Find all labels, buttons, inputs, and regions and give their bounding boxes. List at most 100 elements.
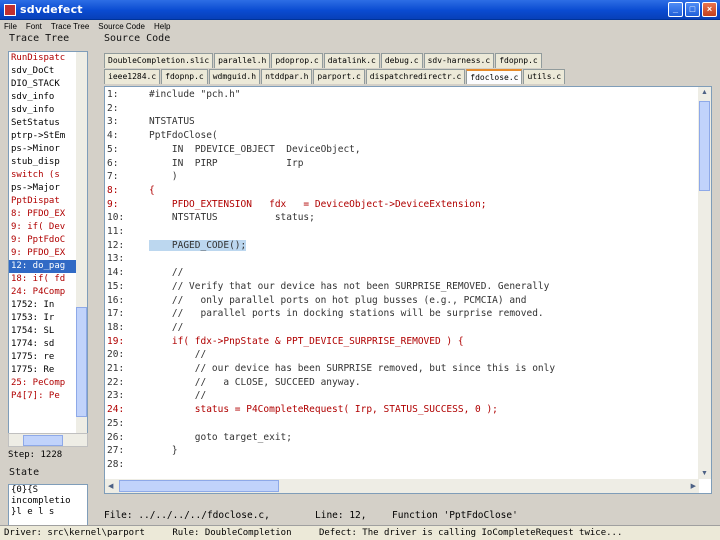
trace-tree-vscroll[interactable] (76, 52, 87, 433)
code-line[interactable]: 28: (105, 458, 699, 471)
tab-fdopnp-c[interactable]: fdopnp.c (495, 53, 542, 68)
window-controls: _ □ × (668, 2, 717, 17)
code-vscroll-thumb[interactable] (699, 101, 710, 191)
scroll-right-icon[interactable]: ▶ (691, 482, 696, 490)
code-line[interactable]: 27: } (105, 444, 699, 457)
tab-utils-c[interactable]: utils.c (523, 69, 566, 84)
title-bar: sdvdefect _ □ × (0, 0, 720, 20)
code-vscroll[interactable]: ▲ ▼ (698, 87, 711, 479)
code-hscroll-thumb[interactable] (119, 480, 279, 492)
menu-source-code[interactable]: Source Code (98, 22, 145, 31)
tab-ieee1284-c[interactable]: ieee1284.c (104, 69, 161, 84)
menu-font[interactable]: Font (26, 22, 42, 31)
code-line[interactable]: 17: // parallel ports in docking station… (105, 307, 699, 320)
code-line[interactable]: 6: IN PIRP Irp (105, 157, 699, 170)
code-line[interactable]: 19: if( fdx->PnpState & PPT_DEVICE_SURPR… (105, 335, 699, 348)
minimize-button[interactable]: _ (668, 2, 683, 17)
code-line[interactable]: 8: { (105, 184, 699, 197)
tab-fdopnp-c[interactable]: fdopnp.c (161, 69, 208, 84)
code-text: goto target_exit; (149, 431, 292, 443)
line-number: 1: (107, 89, 119, 100)
code-hscroll[interactable]: ◀ ▶ (105, 479, 699, 493)
tab-wdmguid-h[interactable]: wdmguid.h (208, 69, 261, 84)
state-line: }l e l s (11, 507, 55, 517)
tab-parallel-h[interactable]: parallel.h (214, 53, 271, 68)
source-code-title: Source Code (104, 33, 171, 44)
code-line[interactable]: 2: (105, 102, 699, 115)
app-icon (4, 3, 16, 16)
scroll-down-icon[interactable]: ▼ (701, 470, 708, 477)
menu-bar: File Font Trace Tree Source Code Help (0, 20, 720, 32)
code-text: if( fdx->PnpState & PPT_DEVICE_SURPRISE_… (149, 335, 464, 347)
code-line[interactable]: 14: // (105, 266, 699, 279)
code-line[interactable]: 23: // (105, 389, 699, 402)
code-text: // a CLOSE, SUCCEED anyway. (149, 376, 361, 388)
tab-datalink-c[interactable]: datalink.c (323, 53, 380, 68)
code-line[interactable]: 16: // only parallel ports on hot plug b… (105, 294, 699, 307)
code-line[interactable]: 15: // Verify that our device has not be… (105, 280, 699, 293)
tab-ntddpar-h[interactable]: ntddpar.h (261, 69, 313, 84)
tab-debug-c[interactable]: debug.c (380, 53, 423, 68)
line-label: Line: 12, (315, 510, 367, 521)
code-line[interactable]: 21: // our device has been SURPRISE remo… (105, 362, 699, 375)
line-number: 14: (107, 267, 125, 279)
trace-tree-hscroll-thumb[interactable] (23, 435, 63, 446)
code-text: } (149, 445, 178, 457)
code-text: // (149, 321, 184, 333)
code-line[interactable]: 24: status = P4CompleteRequest( Irp, STA… (105, 403, 699, 416)
code-line[interactable]: 13: (105, 252, 699, 265)
code-line[interactable]: 22: // a CLOSE, SUCCEED anyway. (105, 376, 699, 389)
window-title: sdvdefect (20, 3, 83, 16)
code-editor[interactable]: 28: 27: } 26: goto target_exit; 25: 24: stat… (104, 86, 712, 494)
code-text: // our device has been SURPRISE removed,… (149, 363, 556, 374)
status-bar: Driver: src\kernel\parport Rule: DoubleC… (0, 525, 720, 540)
state-box[interactable]: {0}{S incompletio }l e l s (8, 484, 88, 526)
file-label: File: ../../../../fdoclose.c, (104, 510, 270, 521)
code-line[interactable]: 3: NTSTATUS (105, 115, 699, 128)
code-line[interactable]: 18: // (105, 321, 699, 334)
code-line[interactable]: 4: PptFdoClose( (105, 129, 699, 142)
tab-doublecompletion-slic[interactable]: DoubleCompletion.slic (104, 53, 214, 68)
tab-row-2: ieee1284.c fdopnp.c wdmguid.h ntddpar.h parp… (104, 69, 566, 84)
line-number: 27: (107, 445, 125, 457)
trace-tree-vscroll-thumb[interactable] (76, 307, 87, 417)
code-line[interactable]: 7: ) (105, 170, 699, 183)
code-text: IN PDEVICE_OBJECT DeviceObject, (149, 143, 361, 155)
code-text: PAGED_CODE(); (149, 239, 247, 251)
menu-file[interactable]: File (4, 22, 17, 31)
code-line[interactable]: 9: PFDO_EXTENSION fdx = DeviceObject->De… (105, 198, 699, 211)
tab-sdv-harness-c[interactable]: sdv-harness.c (423, 53, 495, 68)
code-text: PFDO_EXTENSION fdx = DeviceObject->Devic… (149, 198, 487, 210)
code-line[interactable]: 12: PAGED_CODE(); (105, 239, 699, 252)
line-number: 28: (107, 458, 125, 470)
code-text: // (149, 267, 184, 279)
tab-dispatchredirectr-c[interactable]: dispatchredirectr.c (365, 69, 466, 84)
scroll-up-icon[interactable]: ▲ (701, 89, 708, 96)
code-line[interactable]: 5: IN PDEVICE_OBJECT DeviceObject, (105, 143, 699, 156)
code-text: NTSTATUS status; (149, 212, 315, 224)
line-number: 25: (107, 417, 125, 429)
menu-trace-tree[interactable]: Trace Tree (51, 22, 89, 31)
state-line: {0}{S (11, 485, 39, 495)
line-number: 4: (107, 130, 119, 142)
close-button[interactable]: × (702, 2, 717, 17)
code-line[interactable]: 20: // (105, 348, 699, 361)
state-title: State (9, 467, 40, 478)
line-number: 20: (107, 349, 125, 361)
line-number: 10: (107, 212, 125, 224)
code-line[interactable]: 26: goto target_exit; (105, 431, 699, 444)
tab-parport-c[interactable]: parport.c (313, 69, 365, 84)
code-line[interactable]: 11: (105, 225, 699, 238)
menu-help[interactable]: Help (154, 22, 170, 31)
code-line[interactable]: 1: #include "pch.h" (105, 88, 699, 101)
tab-pdoprop-c[interactable]: pdoprop.c (271, 53, 323, 68)
code-line[interactable]: 10: NTSTATUS status; (105, 211, 699, 224)
code-text: { (149, 184, 155, 196)
tab-fdoclose-c[interactable]: fdoclose.c (466, 69, 523, 84)
line-number: 13: (107, 253, 125, 265)
trace-tree-hscroll[interactable] (8, 433, 88, 447)
maximize-button[interactable]: □ (685, 2, 700, 17)
code-line[interactable]: 25: (105, 417, 699, 430)
tab-row-1: DoubleCompletion.slic parallel.h pdoprop.c… (104, 53, 543, 68)
scroll-left-icon[interactable]: ◀ (108, 482, 113, 490)
